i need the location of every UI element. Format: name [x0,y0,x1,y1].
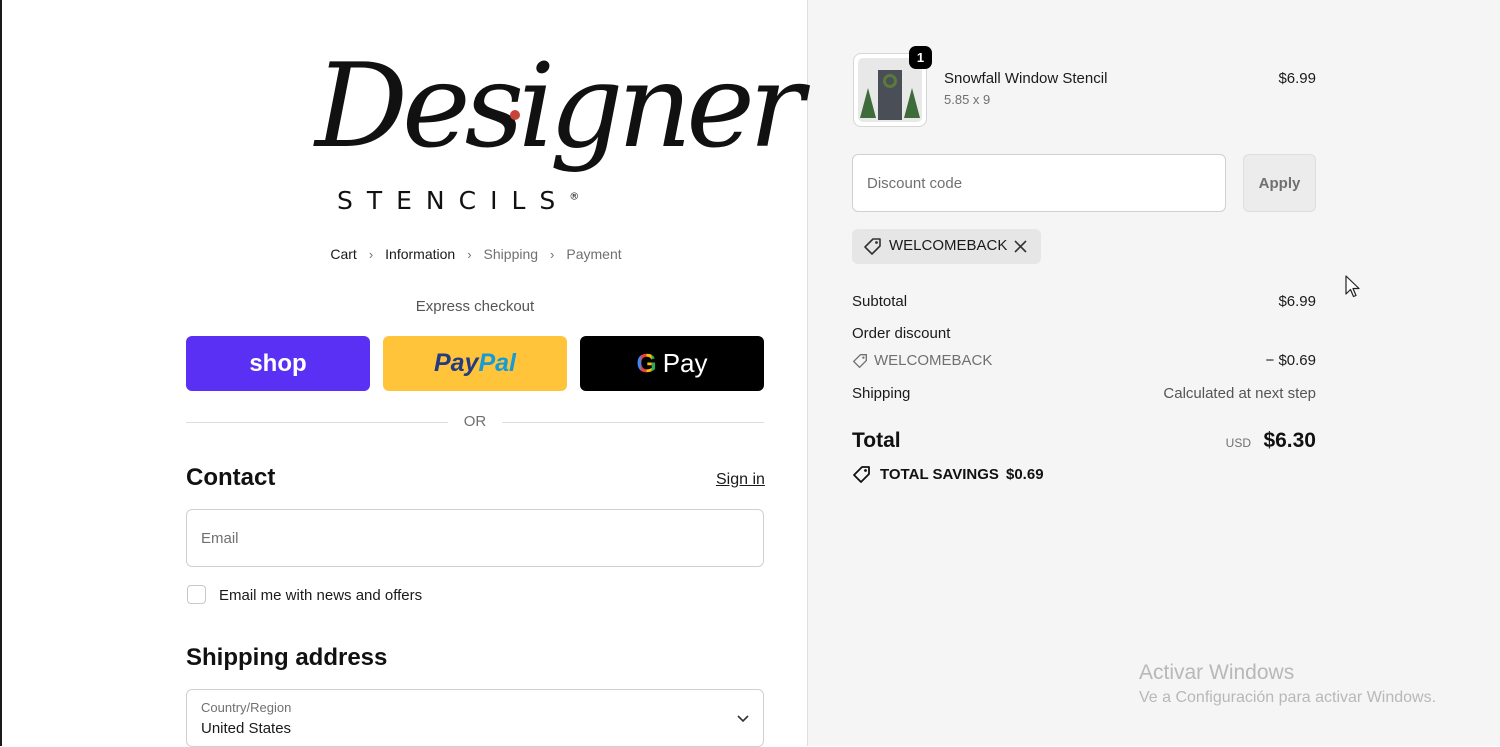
email-field-wrapper [186,509,764,567]
remove-discount-close-icon[interactable] [1014,234,1027,259]
logo-accent-dot [510,110,520,120]
breadcrumb: Cart › Information › Shipping › Payment [0,246,952,262]
apply-discount-button[interactable]: Apply [1243,154,1316,212]
windows-activation-subtitle: Ve a Configuración para activar Windows. [1139,689,1437,706]
shipping-label: Shipping [852,385,911,402]
applied-discount-chip: WELCOMEBACK [852,229,1041,264]
breadcrumb-cart[interactable]: Cart [330,246,356,262]
total-savings-label: TOTAL SAVINGS [880,466,999,483]
order-discount-value: − $0.69 [1265,352,1316,369]
chevron-right-icon: › [467,246,472,262]
mouse-cursor-icon [1345,275,1361,299]
product-name: Snowfall Window Stencil [944,70,1108,87]
product-image-tree [860,88,876,118]
shipping-address-title: Shipping address [186,644,388,671]
chevron-right-icon: › [368,246,374,262]
paypal-label-part1: Pay [433,349,479,377]
express-checkout-label: Express checkout [415,298,535,315]
email-field[interactable] [187,510,763,566]
breadcrumb-information: Information [385,246,456,262]
shop-pay-label: shop [249,349,307,377]
or-divider: OR [186,412,764,434]
order-discount-label: Order discount [852,325,951,342]
subtotal-label: Subtotal [852,293,908,310]
discount-code-input[interactable] [853,155,1225,211]
product-image-wreath [883,74,897,88]
brand-logo[interactable]: Designer STENCILS® [305,39,804,230]
country-select[interactable]: Country/Region United States [186,689,764,747]
newsletter-label[interactable]: Email me with news and offers [219,587,422,604]
windows-activation-title: Activar Windows [1139,661,1295,684]
shipping-value: Calculated at next step [1163,385,1316,402]
paypal-button[interactable]: Pay Pal [383,336,567,391]
paypal-label-part2: Pal [478,349,516,377]
quantity-badge: 1 [909,46,932,69]
order-discount-code: WELCOMEBACK [874,352,993,369]
logo-script-text: Designer [315,39,804,174]
tag-icon [852,353,868,369]
breadcrumb-shipping: Shipping [483,246,539,262]
shop-pay-button[interactable]: shop [186,336,370,391]
chevron-down-icon [737,710,749,726]
savings-tag-icon [852,465,871,484]
total-currency: USD [1225,436,1251,450]
tag-icon [863,237,882,256]
product-variant: 5.85 x 9 [944,92,991,107]
or-text: OR [463,413,487,430]
google-pay-label: Pay [662,348,708,378]
breadcrumb-payment: Payment [566,246,622,262]
google-pay-button[interactable]: G Pay [580,336,764,391]
subtotal-value: $6.99 [1278,293,1316,310]
product-price: $6.99 [1278,70,1316,87]
chevron-right-icon: › [550,246,555,262]
logo-sub-text: STENCILS® [337,186,580,215]
total-savings-value: $0.69 [1006,466,1044,483]
total-label: Total [852,429,901,452]
total-value: $6.30 [1263,429,1316,452]
sign-in-link[interactable]: Sign in [716,471,765,489]
applied-discount-code: WELCOMEBACK [889,237,1008,254]
newsletter-checkbox[interactable] [187,585,206,604]
country-select-label: Country/Region [201,700,292,715]
google-g-icon: G [636,348,657,378]
country-select-value: United States [201,720,292,737]
product-image-tree [904,88,920,118]
discount-code-field-wrapper [852,154,1226,212]
contact-title: Contact [186,464,276,491]
